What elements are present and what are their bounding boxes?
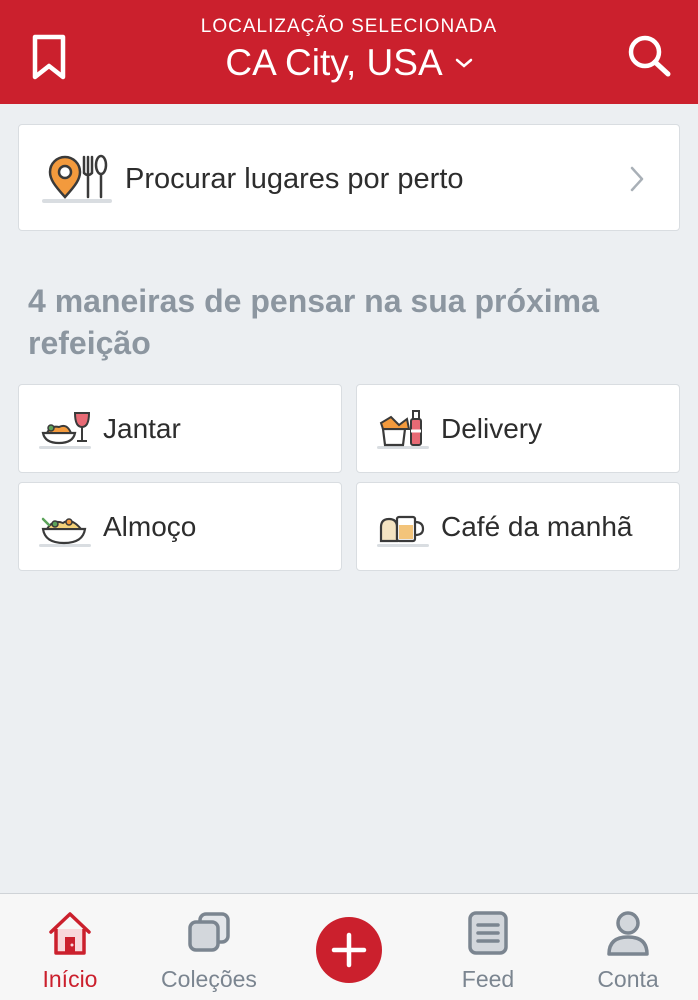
plus-icon bbox=[331, 932, 367, 968]
category-card-jantar[interactable]: Jantar bbox=[18, 384, 342, 473]
nearby-places-label: Procurar lugares por perto bbox=[125, 163, 464, 195]
nearby-places-card[interactable]: Procurar lugares por perto bbox=[18, 124, 680, 231]
tab-feed[interactable]: Feed bbox=[418, 894, 558, 1000]
category-label: Jantar bbox=[103, 413, 181, 444]
tab-collections[interactable]: Coleções bbox=[139, 894, 279, 1000]
lunch-icon bbox=[39, 517, 91, 547]
location-city: CA City, USA bbox=[225, 42, 443, 83]
top-bar: LOCALIZAÇÃO SELECIONADA CA City, USA bbox=[0, 0, 698, 104]
section-title: 4 maneiras de pensar na sua próxima refe… bbox=[28, 283, 599, 361]
category-card-almoco[interactable]: Almoço bbox=[18, 482, 342, 571]
tab-label: Início bbox=[42, 966, 98, 992]
location-fork-spoon-icon bbox=[42, 154, 112, 203]
collections-icon bbox=[188, 912, 230, 952]
add-button[interactable] bbox=[316, 917, 382, 983]
tab-label: Feed bbox=[461, 966, 515, 992]
home-icon bbox=[49, 912, 91, 955]
tab-home[interactable]: Início bbox=[0, 894, 140, 1000]
category-label: Almoço bbox=[103, 511, 197, 542]
tab-label: Conta bbox=[597, 966, 659, 992]
chevron-down-icon bbox=[455, 58, 472, 68]
dinner-icon bbox=[39, 412, 91, 449]
delivery-icon bbox=[377, 410, 429, 449]
category-card-cafe-da-manha[interactable]: Café da manhã bbox=[356, 482, 680, 571]
category-card-delivery[interactable]: Delivery bbox=[356, 384, 680, 473]
location-selector[interactable]: CA City, USA bbox=[0, 42, 698, 84]
bottom-tab-bar: Início Coleções Feed Conta bbox=[0, 893, 698, 1000]
feed-icon bbox=[468, 911, 508, 955]
breakfast-icon bbox=[377, 515, 429, 547]
location-caption: LOCALIZAÇÃO SELECIONADA bbox=[200, 16, 498, 37]
account-icon bbox=[607, 911, 649, 956]
search-icon[interactable] bbox=[626, 34, 672, 78]
chevron-right-icon bbox=[630, 166, 644, 192]
category-label: Delivery bbox=[441, 413, 543, 444]
tab-label: Coleções bbox=[161, 966, 257, 992]
category-label: Café da manhã bbox=[441, 511, 633, 542]
tab-account[interactable]: Conta bbox=[558, 894, 698, 1000]
